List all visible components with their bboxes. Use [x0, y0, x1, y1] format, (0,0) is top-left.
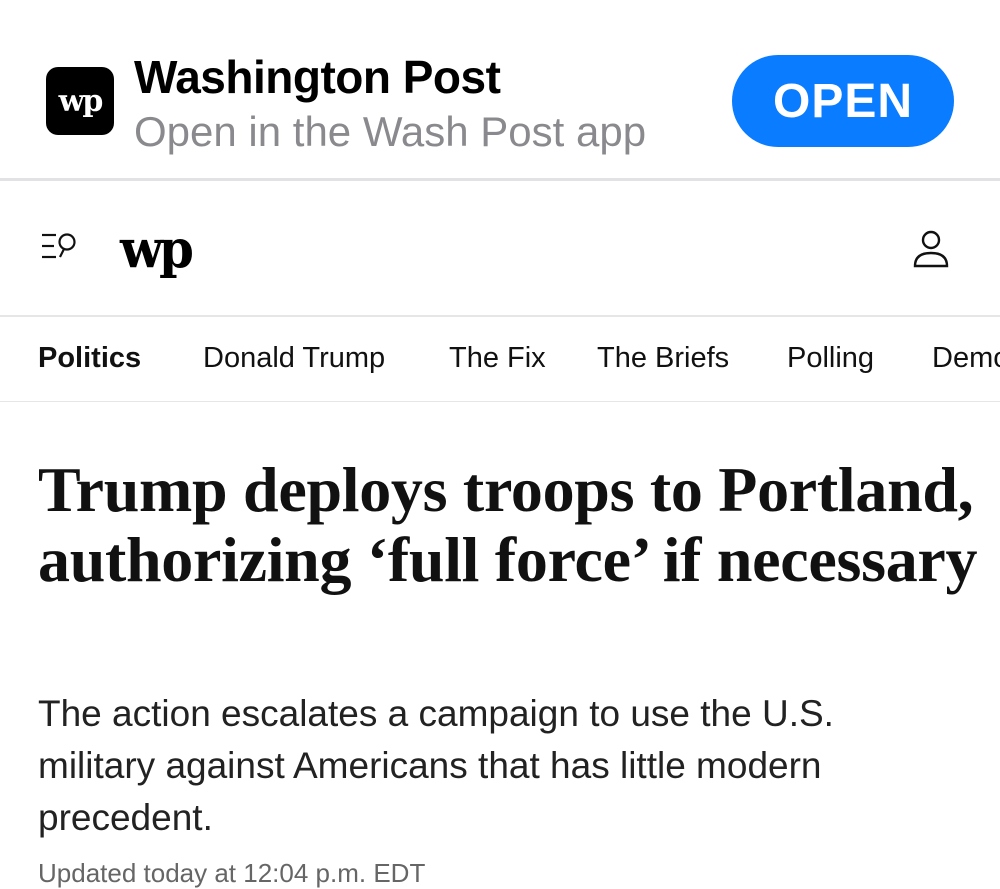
nav-item-the-briefs[interactable]: The Briefs [597, 342, 729, 375]
app-icon[interactable]: wp [46, 67, 114, 135]
site-header: wp [0, 181, 1000, 316]
app-subtitle: Open in the Wash Post app [134, 108, 647, 155]
wp-logo[interactable]: wp [120, 218, 194, 280]
menu-search-icon[interactable] [40, 229, 80, 265]
app-banner: wp Washington Post Open in the Wash Post… [0, 0, 1000, 178]
nav-item-donald-trump[interactable]: Donald Trump [203, 342, 385, 375]
article-timestamp: Updated today at 12:04 p.m. EDT [38, 858, 426, 888]
nav-item-polling[interactable]: Polling [787, 342, 874, 375]
section-nav: Politics Donald Trump The Fix The Briefs… [0, 318, 1000, 402]
article-headline: Trump deploys troops to Portland, author… [38, 454, 978, 595]
nav-item-democracy[interactable]: Democracy [932, 342, 1000, 375]
nav-item-the-fix[interactable]: The Fix [449, 342, 546, 375]
header-divider [0, 315, 1000, 317]
nav-item-politics[interactable]: Politics [38, 342, 141, 375]
user-icon[interactable] [912, 229, 950, 269]
app-name: Washington Post [134, 51, 501, 103]
open-app-button[interactable]: OPEN [732, 55, 954, 147]
nav-divider [0, 401, 1000, 402]
article-dek: The action escalates a campaign to use t… [38, 693, 834, 838]
